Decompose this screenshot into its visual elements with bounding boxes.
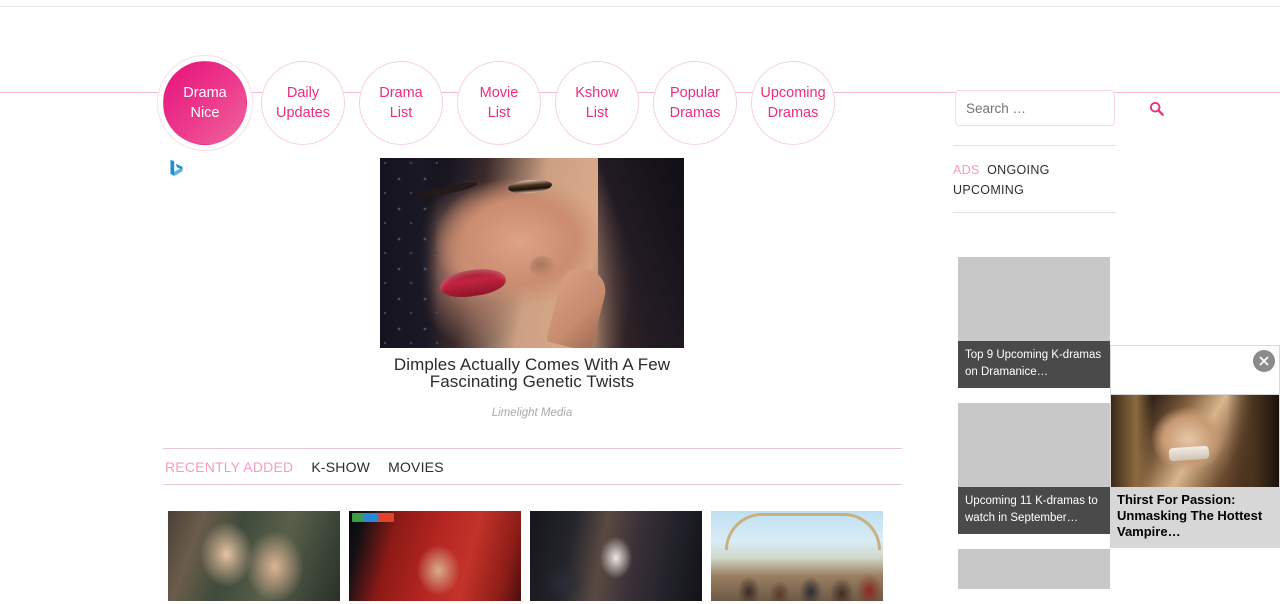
drama-thumbnail-3[interactable] <box>530 511 702 601</box>
nav-label-line2: Dramas <box>767 105 819 121</box>
content-tabs-row: RECENTLY ADDED K-SHOW MOVIES <box>163 449 902 484</box>
thumbnail-4-arch <box>725 513 881 550</box>
content-tabs-bottom-rule <box>163 484 902 485</box>
sidebar-bottom-rule <box>953 212 1116 213</box>
sidebar-tab-upcoming[interactable]: UPCOMING <box>953 183 1024 197</box>
featured-video-title[interactable]: Dimples Actually Comes With A Few Fascin… <box>380 356 684 390</box>
nav-label-line1: Kshow <box>575 85 619 101</box>
sidebar-ad-caption-2: Upcoming 11 K-dramas to watch in Septemb… <box>958 487 1110 534</box>
nav-label-line1: Movie <box>479 85 519 101</box>
nav-label-line2: Dramas <box>669 105 721 121</box>
sidebar-ad-card-3[interactable] <box>958 549 1110 589</box>
featured-video-credit: Limelight Media <box>491 407 573 419</box>
browser-top-strip <box>0 0 1280 7</box>
sidebar-tabs: ADS ONGOING UPCOMING <box>953 146 1116 212</box>
primary-nav: Drama Nice Daily Updates Drama List Movi… <box>163 61 835 145</box>
nav-label-line1: Daily <box>286 85 320 101</box>
drama-thumbnail-grid <box>168 511 883 601</box>
floating-ad-top-strip <box>1110 345 1280 395</box>
bing-b-logo-icon <box>170 159 183 176</box>
sidebar-ad-card-1[interactable]: Top 9 Upcoming K-dramas on Dramanice… <box>958 257 1110 388</box>
nav-circle-drama-list[interactable]: Drama List <box>359 61 443 145</box>
floating-ad-hair-right <box>1227 395 1279 487</box>
nav-circle-daily-updates[interactable]: Daily Updates <box>261 61 345 145</box>
nav-circle-kshow-list[interactable]: Kshow List <box>555 61 639 145</box>
nav-label-line2: List <box>487 105 511 121</box>
nav-circle-movie-list[interactable]: Movie List <box>457 61 541 145</box>
search-input[interactable] <box>956 100 1149 116</box>
tab-movies[interactable]: MOVIES <box>388 459 444 475</box>
nav-label-line1: Upcoming <box>760 85 826 101</box>
floating-ad-close-button[interactable] <box>1253 350 1275 372</box>
channel-logo-icon <box>352 513 394 522</box>
drama-thumbnail-1[interactable] <box>168 511 340 601</box>
floating-ad-teeth <box>1168 445 1210 462</box>
sidebar-tab-ongoing[interactable]: ONGOING <box>987 163 1050 177</box>
nav-circle-upcoming-dramas[interactable]: Upcoming Dramas <box>751 61 835 145</box>
video-image-dimple <box>530 256 556 278</box>
nav-circle-drama-nice[interactable]: Drama Nice <box>163 61 247 145</box>
search-icon <box>1149 101 1164 116</box>
floating-ad-caption: Thirst For Passion: Unmasking The Hottes… <box>1111 487 1279 547</box>
search-box[interactable] <box>955 90 1164 126</box>
close-icon <box>1259 356 1269 366</box>
sidebar-ad-image-1 <box>958 257 1110 341</box>
tab-kshow[interactable]: K-SHOW <box>311 459 370 475</box>
floating-ad[interactable]: Thirst For Passion: Unmasking The Hottes… <box>1110 394 1280 548</box>
floating-ad-image <box>1111 395 1279 487</box>
nav-label-line1: Drama <box>379 85 423 101</box>
floating-ad-hair-left <box>1111 395 1153 487</box>
nav-label-line1: Drama <box>183 85 227 101</box>
featured-video-thumbnail[interactable] <box>380 158 684 348</box>
search-submit-button[interactable] <box>1149 101 1174 116</box>
nav-label-line2: List <box>585 105 609 121</box>
nav-label-line1: Popular <box>670 85 720 101</box>
nav-circle-popular-dramas[interactable]: Popular Dramas <box>653 61 737 145</box>
sidebar-ad-image-3 <box>958 549 1110 589</box>
sidebar-ad-list: Top 9 Upcoming K-dramas on Dramanice… Up… <box>958 257 1110 604</box>
sidebar-tab-ads[interactable]: ADS <box>953 163 980 177</box>
sidebar: ADS ONGOING UPCOMING <box>953 145 1116 213</box>
thumbnail-4-cast <box>711 555 883 601</box>
video-image-pattern <box>380 158 438 348</box>
content-tabs-block: RECENTLY ADDED K-SHOW MOVIES <box>163 448 902 485</box>
drama-thumbnail-2[interactable] <box>349 511 521 601</box>
nav-label-line2: Updates <box>275 105 330 121</box>
nav-label-line2: Nice <box>190 105 220 121</box>
featured-video-card[interactable]: Dimples Actually Comes With A Few Fascin… <box>380 158 684 419</box>
drama-thumbnail-4[interactable] <box>711 511 883 601</box>
video-image-hair-right <box>598 158 684 348</box>
sidebar-ad-image-2 <box>958 403 1110 487</box>
sidebar-ad-card-2[interactable]: Upcoming 11 K-dramas to watch in Septemb… <box>958 403 1110 534</box>
nav-label-line2: List <box>389 105 413 121</box>
tab-recently-added[interactable]: RECENTLY ADDED <box>165 459 293 475</box>
sidebar-ad-caption-1: Top 9 Upcoming K-dramas on Dramanice… <box>958 341 1110 388</box>
